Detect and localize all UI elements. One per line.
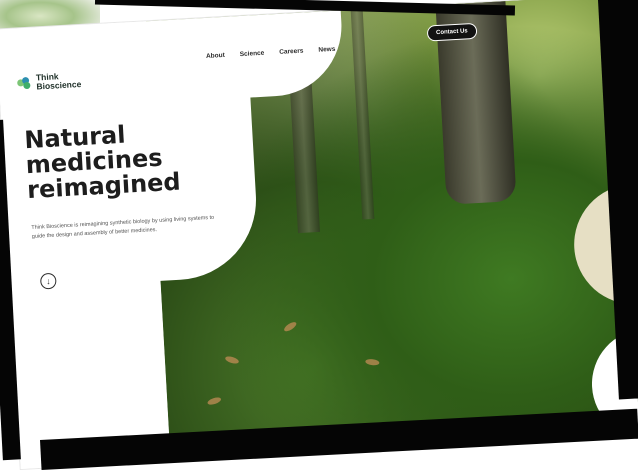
hero-white-panel xyxy=(0,220,172,469)
nav-news[interactable]: News xyxy=(318,46,335,54)
logo[interactable]: Think Bioscience xyxy=(16,71,82,92)
nav-science[interactable]: Science xyxy=(240,50,265,58)
fallen-leaf xyxy=(365,358,380,366)
hero-headline: Natural medicines reimagined xyxy=(23,120,182,205)
nav-about[interactable]: About xyxy=(206,52,225,60)
nav-careers[interactable]: Careers xyxy=(279,48,304,56)
fallen-leaf xyxy=(282,320,298,334)
fallen-leaf xyxy=(224,355,240,365)
contact-us-button[interactable]: Contact Us xyxy=(426,22,478,42)
logo-line-2: Bioscience xyxy=(36,78,82,91)
logo-mark-icon xyxy=(16,76,32,89)
fallen-leaf xyxy=(206,396,222,407)
tree-trunk xyxy=(350,0,375,220)
arrow-down-circle-icon: ↓ xyxy=(45,276,51,287)
screenshot-canvas: Think Bioscience About Science Careers N… xyxy=(0,0,638,470)
webpage: Think Bioscience About Science Careers N… xyxy=(0,0,638,469)
logo-text: Think Bioscience xyxy=(36,71,82,91)
